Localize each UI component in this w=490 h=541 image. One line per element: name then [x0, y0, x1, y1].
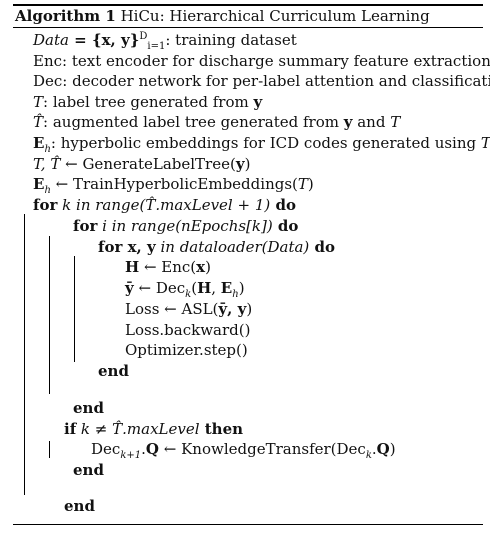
line-encode: H ← Enc(x)	[125, 258, 211, 276]
line-loss: Loss ← ASL(ȳ, y)	[125, 300, 253, 318]
line-end-batch: end	[98, 362, 129, 380]
line-data: Data = {x, y}Di=1: training dataset	[33, 31, 297, 52]
line-generate-tree: T, T̂ ← GenerateLabelTree(y)	[33, 155, 251, 173]
line-embeddings: Eh: hyperbolic embeddings for ICD codes …	[33, 134, 490, 155]
algorithm-caption: Algorithm 1 HiCu: Hierarchical Curriculu…	[15, 7, 430, 25]
line-tree: T: label tree generated from y	[33, 93, 263, 111]
for-batch-block-bar	[74, 256, 75, 362]
line-enc: Enc: text encoder for discharge summary …	[33, 52, 490, 70]
caption-label: Algorithm 1	[15, 7, 116, 25]
if-block-bar	[49, 441, 50, 458]
line-end-if: end	[73, 461, 104, 479]
line-backward: Loss.backward()	[125, 321, 251, 339]
line-end-level: end	[64, 497, 95, 515]
bottom-rule	[13, 524, 483, 525]
caption-rule	[13, 27, 483, 28]
line-train-embeddings: Eh ← TrainHyperbolicEmbeddings(T)	[33, 175, 314, 196]
line-decode: ȳ ← Deck(H, Eh)	[125, 279, 245, 300]
line-end-epoch: end	[73, 399, 104, 417]
line-if-level: if k ≠ T̂.maxLevel then	[64, 420, 244, 438]
line-dec: Dec: decoder network for per-label atten…	[33, 72, 490, 90]
line-for-batch: for x, y in dataloader(Data) do	[98, 238, 335, 256]
line-knowledge-transfer: Deck+1.Q ← KnowledgeTransfer(Deck.Q)	[91, 440, 396, 461]
line-for-epoch: for i in range(nEpochs[k]) do	[73, 217, 299, 235]
line-optimizer-step: Optimizer.step()	[125, 341, 248, 359]
for-epoch-block-bar	[49, 236, 50, 394]
caption-title: HiCu: Hierarchical Curriculum Learning	[120, 7, 430, 25]
algorithm-figure: Algorithm 1 HiCu: Hierarchical Curriculu…	[0, 0, 490, 541]
for-level-block-bar	[24, 214, 25, 495]
top-rule	[13, 4, 483, 6]
line-aug-tree: T̂: augmented label tree generated from …	[33, 113, 401, 131]
line-for-level: for k in range(T̂.maxLevel + 1) do	[33, 196, 296, 214]
